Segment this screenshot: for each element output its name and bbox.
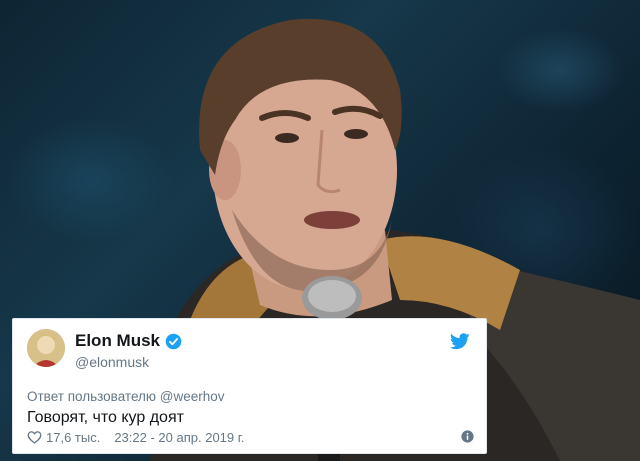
twitter-bird-icon[interactable] <box>450 333 470 350</box>
display-name[interactable]: Elon Musk <box>75 331 160 351</box>
user-handle[interactable]: @elonmusk <box>75 354 149 370</box>
reply-context: Ответ пользователю @weerhov <box>27 389 472 404</box>
like-count: 17,6 тыс. <box>46 429 101 445</box>
avatar-image <box>27 329 65 367</box>
reply-prefix: Ответ пользователю <box>27 389 157 404</box>
tweet-card[interactable]: Elon Musk @elonmusk Ответ пользователю @… <box>12 318 487 454</box>
verified-badge-icon <box>165 333 182 349</box>
info-icon[interactable] <box>461 430 474 443</box>
tweet-header: Elon Musk @elonmusk <box>27 329 472 379</box>
timestamp-link[interactable]: 23:22 - 20 апр. 2019 г. <box>114 430 244 445</box>
heart-icon[interactable] <box>27 430 42 444</box>
avatar[interactable] <box>27 329 65 367</box>
tweet-footer: 17,6 тыс. 23:22 - 20 апр. 2019 г. <box>27 428 474 446</box>
tweet-text: Говорят, что кур доят <box>27 409 184 426</box>
name-row: Elon Musk <box>75 331 182 351</box>
reply-mention-link[interactable]: @weerhov <box>160 389 225 404</box>
